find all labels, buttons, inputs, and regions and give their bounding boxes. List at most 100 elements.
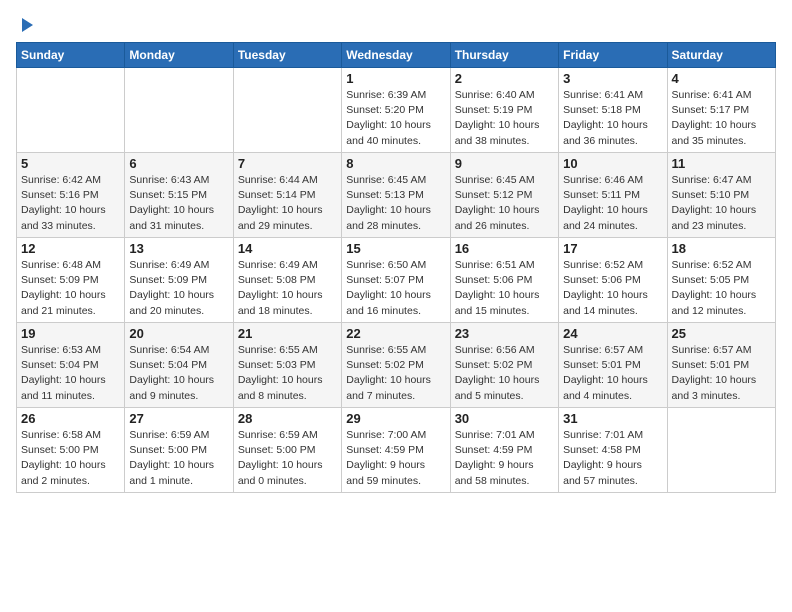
day-header-saturday: Saturday: [667, 43, 775, 68]
calendar-cell: 4 Sunrise: 6:41 AMSunset: 5:17 PMDaylight…: [667, 68, 775, 153]
calendar-cell: [233, 68, 341, 153]
day-info: Sunrise: 6:41 AMSunset: 5:17 PMDaylight:…: [672, 88, 771, 149]
day-number: 19: [21, 326, 120, 341]
day-info: Sunrise: 6:58 AMSunset: 5:00 PMDaylight:…: [21, 428, 120, 489]
header: [16, 16, 776, 34]
calendar-cell: 18 Sunrise: 6:52 AMSunset: 5:05 PMDayligh…: [667, 238, 775, 323]
week-row-1: 1 Sunrise: 6:39 AMSunset: 5:20 PMDaylight…: [17, 68, 776, 153]
day-number: 26: [21, 411, 120, 426]
day-number: 7: [238, 156, 337, 171]
day-header-sunday: Sunday: [17, 43, 125, 68]
day-number: 6: [129, 156, 228, 171]
day-number: 30: [455, 411, 554, 426]
calendar-cell: 26 Sunrise: 6:58 AMSunset: 5:00 PMDayligh…: [17, 408, 125, 493]
calendar-cell: 9 Sunrise: 6:45 AMSunset: 5:12 PMDaylight…: [450, 153, 558, 238]
day-number: 27: [129, 411, 228, 426]
logo: [16, 16, 35, 34]
day-number: 22: [346, 326, 445, 341]
calendar-cell: 27 Sunrise: 6:59 AMSunset: 5:00 PMDayligh…: [125, 408, 233, 493]
day-info: Sunrise: 6:55 AMSunset: 5:03 PMDaylight:…: [238, 343, 337, 404]
day-info: Sunrise: 6:57 AMSunset: 5:01 PMDaylight:…: [672, 343, 771, 404]
day-number: 10: [563, 156, 662, 171]
day-number: 20: [129, 326, 228, 341]
calendar-cell: 7Sunrise: 6:44 AMSunset: 5:14 PMDaylight…: [233, 153, 341, 238]
day-info: Sunrise: 6:52 AMSunset: 5:05 PMDaylight:…: [672, 258, 771, 319]
day-info: Sunrise: 6:59 AMSunset: 5:00 PMDaylight:…: [129, 428, 228, 489]
day-number: 1: [346, 71, 445, 86]
calendar-cell: 10 Sunrise: 6:46 AMSunset: 5:11 PMDayligh…: [559, 153, 667, 238]
week-row-3: 12Sunrise: 6:48 AMSunset: 5:09 PMDayligh…: [17, 238, 776, 323]
header-row: SundayMondayTuesdayWednesdayThursdayFrid…: [17, 43, 776, 68]
day-info: Sunrise: 6:50 AMSunset: 5:07 PMDaylight:…: [346, 258, 445, 319]
day-info: Sunrise: 6:57 AMSunset: 5:01 PMDaylight:…: [563, 343, 662, 404]
day-number: 11: [672, 156, 771, 171]
logo-arrow-icon: [17, 16, 35, 34]
day-header-monday: Monday: [125, 43, 233, 68]
day-info: Sunrise: 6:41 AMSunset: 5:18 PMDaylight:…: [563, 88, 662, 149]
day-number: 5: [21, 156, 120, 171]
day-info: Sunrise: 6:49 AMSunset: 5:08 PMDaylight:…: [238, 258, 337, 319]
day-info: Sunrise: 6:42 AMSunset: 5:16 PMDaylight:…: [21, 173, 120, 234]
day-header-tuesday: Tuesday: [233, 43, 341, 68]
calendar-cell: 31 Sunrise: 7:01 AMSunset: 4:58 PMDayligh…: [559, 408, 667, 493]
day-info: Sunrise: 6:45 AMSunset: 5:12 PMDaylight:…: [455, 173, 554, 234]
day-number: 16: [455, 241, 554, 256]
calendar-cell: 6 Sunrise: 6:43 AMSunset: 5:15 PMDaylight…: [125, 153, 233, 238]
calendar-cell: 2 Sunrise: 6:40 AMSunset: 5:19 PMDaylight…: [450, 68, 558, 153]
day-number: 4: [672, 71, 771, 86]
day-info: Sunrise: 7:01 AMSunset: 4:58 PMDaylight:…: [563, 428, 662, 489]
calendar-header: SundayMondayTuesdayWednesdayThursdayFrid…: [17, 43, 776, 68]
day-number: 9: [455, 156, 554, 171]
day-info: Sunrise: 6:40 AMSunset: 5:19 PMDaylight:…: [455, 88, 554, 149]
day-number: 21: [238, 326, 337, 341]
day-number: 28: [238, 411, 337, 426]
day-info: Sunrise: 6:56 AMSunset: 5:02 PMDaylight:…: [455, 343, 554, 404]
calendar-cell: 21 Sunrise: 6:55 AMSunset: 5:03 PMDayligh…: [233, 323, 341, 408]
day-number: 25: [672, 326, 771, 341]
day-number: 18: [672, 241, 771, 256]
calendar-cell: 8Sunrise: 6:45 AMSunset: 5:13 PMDaylight…: [342, 153, 450, 238]
calendar-cell: 12Sunrise: 6:48 AMSunset: 5:09 PMDayligh…: [17, 238, 125, 323]
day-number: 13: [129, 241, 228, 256]
calendar-cell: 24 Sunrise: 6:57 AMSunset: 5:01 PMDayligh…: [559, 323, 667, 408]
calendar-cell: 15Sunrise: 6:50 AMSunset: 5:07 PMDayligh…: [342, 238, 450, 323]
calendar-cell: 14Sunrise: 6:49 AMSunset: 5:08 PMDayligh…: [233, 238, 341, 323]
day-info: Sunrise: 7:00 AMSunset: 4:59 PMDaylight:…: [346, 428, 445, 489]
day-info: Sunrise: 6:39 AMSunset: 5:20 PMDaylight:…: [346, 88, 445, 149]
calendar-cell: [667, 408, 775, 493]
calendar-cell: 5 Sunrise: 6:42 AMSunset: 5:16 PMDaylight…: [17, 153, 125, 238]
day-header-thursday: Thursday: [450, 43, 558, 68]
calendar-cell: 20Sunrise: 6:54 AMSunset: 5:04 PMDayligh…: [125, 323, 233, 408]
day-info: Sunrise: 6:52 AMSunset: 5:06 PMDaylight:…: [563, 258, 662, 319]
day-info: Sunrise: 6:55 AMSunset: 5:02 PMDaylight:…: [346, 343, 445, 404]
calendar-cell: 28Sunrise: 6:59 AMSunset: 5:00 PMDayligh…: [233, 408, 341, 493]
day-info: Sunrise: 6:49 AMSunset: 5:09 PMDaylight:…: [129, 258, 228, 319]
day-info: Sunrise: 6:43 AMSunset: 5:15 PMDaylight:…: [129, 173, 228, 234]
week-row-4: 19Sunrise: 6:53 AMSunset: 5:04 PMDayligh…: [17, 323, 776, 408]
calendar-cell: 25 Sunrise: 6:57 AMSunset: 5:01 PMDayligh…: [667, 323, 775, 408]
week-row-2: 5 Sunrise: 6:42 AMSunset: 5:16 PMDaylight…: [17, 153, 776, 238]
day-number: 31: [563, 411, 662, 426]
calendar-cell: 3 Sunrise: 6:41 AMSunset: 5:18 PMDaylight…: [559, 68, 667, 153]
calendar-cell: 1 Sunrise: 6:39 AMSunset: 5:20 PMDaylight…: [342, 68, 450, 153]
week-row-5: 26 Sunrise: 6:58 AMSunset: 5:00 PMDayligh…: [17, 408, 776, 493]
day-info: Sunrise: 6:51 AMSunset: 5:06 PMDaylight:…: [455, 258, 554, 319]
calendar-cell: 30 Sunrise: 7:01 AMSunset: 4:59 PMDayligh…: [450, 408, 558, 493]
calendar-cell: [17, 68, 125, 153]
day-header-friday: Friday: [559, 43, 667, 68]
day-header-wednesday: Wednesday: [342, 43, 450, 68]
day-number: 24: [563, 326, 662, 341]
day-number: 2: [455, 71, 554, 86]
calendar-cell: 19Sunrise: 6:53 AMSunset: 5:04 PMDayligh…: [17, 323, 125, 408]
day-info: Sunrise: 7:01 AMSunset: 4:59 PMDaylight:…: [455, 428, 554, 489]
calendar-cell: 16 Sunrise: 6:51 AMSunset: 5:06 PMDayligh…: [450, 238, 558, 323]
day-info: Sunrise: 6:46 AMSunset: 5:11 PMDaylight:…: [563, 173, 662, 234]
calendar-cell: [125, 68, 233, 153]
calendar-cell: 23Sunrise: 6:56 AMSunset: 5:02 PMDayligh…: [450, 323, 558, 408]
day-number: 17: [563, 241, 662, 256]
calendar-body: 1 Sunrise: 6:39 AMSunset: 5:20 PMDaylight…: [17, 68, 776, 493]
day-number: 3: [563, 71, 662, 86]
day-info: Sunrise: 6:48 AMSunset: 5:09 PMDaylight:…: [21, 258, 120, 319]
calendar-table: SundayMondayTuesdayWednesdayThursdayFrid…: [16, 42, 776, 493]
calendar-cell: 22 Sunrise: 6:55 AMSunset: 5:02 PMDayligh…: [342, 323, 450, 408]
